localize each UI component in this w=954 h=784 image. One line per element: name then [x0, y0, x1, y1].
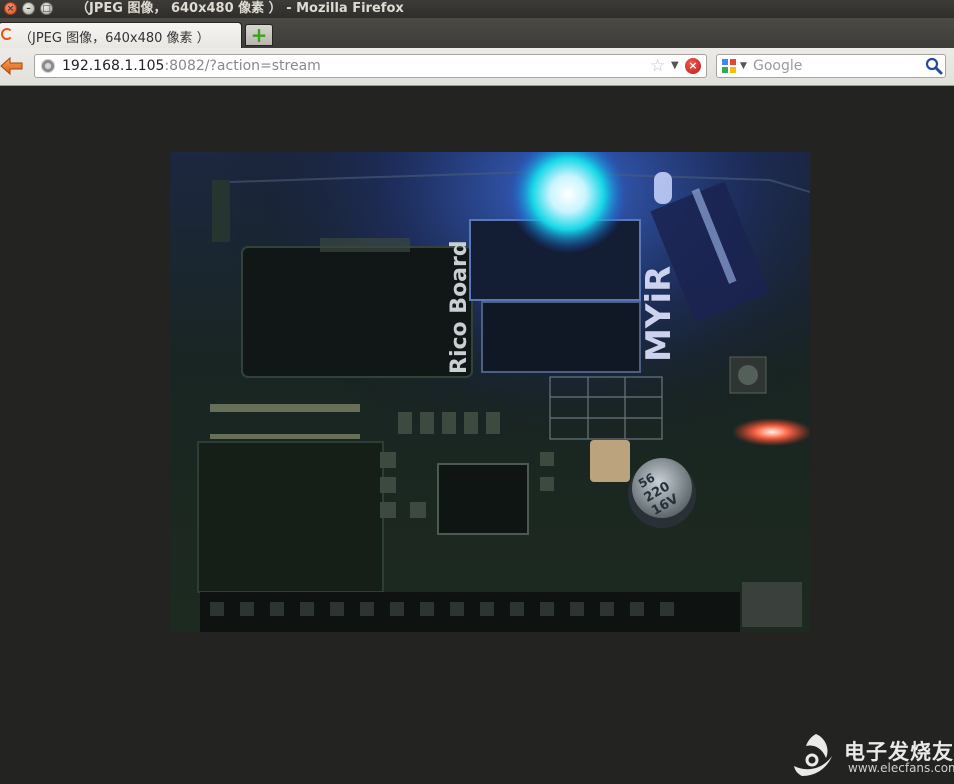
url-host: 192.168.1.105 [62, 58, 165, 74]
window-titlebar: × – □ （JPEG 图像， 640x480 像素 ） - Mozilla F… [0, 0, 954, 18]
board-label: Rico Board [447, 240, 472, 374]
watermark-url: www.elecfans.com [848, 761, 954, 775]
firefox-loading-icon [1, 28, 13, 40]
brand-label: MYiR [639, 266, 679, 362]
window-maximize-button[interactable]: □ [40, 2, 53, 15]
new-tab-button[interactable]: + [245, 24, 273, 46]
window-close-button[interactable]: × [4, 2, 17, 15]
google-engine-icon[interactable] [722, 59, 736, 73]
url-text[interactable]: 192.168.1.105:8082/?action=stream [62, 58, 321, 74]
window-title: （JPEG 图像， 640x480 像素 ） - Mozilla Firefox [76, 1, 404, 16]
tab-label: （JPEG 图像，640x480 像素 ） [19, 31, 210, 46]
elecfans-logo-icon [794, 734, 832, 776]
search-bar[interactable]: ▼ [716, 54, 946, 78]
tab-strip: （JPEG 图像，640x480 像素 ） [0, 18, 954, 48]
tab-jpeg-image[interactable]: （JPEG 图像，640x480 像素 ） [0, 22, 242, 48]
search-input[interactable] [753, 57, 913, 75]
plus-icon: + [250, 23, 268, 47]
elecfans-watermark: 电子发烧友 www.elecfans.com [784, 726, 954, 784]
url-path: :8082/?action=stream [164, 58, 321, 74]
magnifier-icon[interactable] [925, 57, 943, 75]
url-bar[interactable]: 192.168.1.105:8082/?action=stream ☆ ▼ × [34, 54, 707, 78]
globe-icon [41, 59, 55, 73]
stop-icon[interactable]: × [685, 58, 701, 74]
history-dropdown-icon[interactable]: ▼ [671, 58, 679, 74]
back-arrow-icon[interactable] [0, 56, 24, 76]
engine-dropdown-icon[interactable]: ▼ [740, 59, 747, 73]
navigation-toolbar: 192.168.1.105:8082/?action=stream ☆ ▼ × … [0, 48, 954, 86]
window-minimize-button[interactable]: – [22, 2, 35, 15]
bookmark-star-icon[interactable]: ☆ [650, 56, 665, 76]
camera-stream-image: Rico Board MYiR 56 220 16V [170, 152, 810, 632]
